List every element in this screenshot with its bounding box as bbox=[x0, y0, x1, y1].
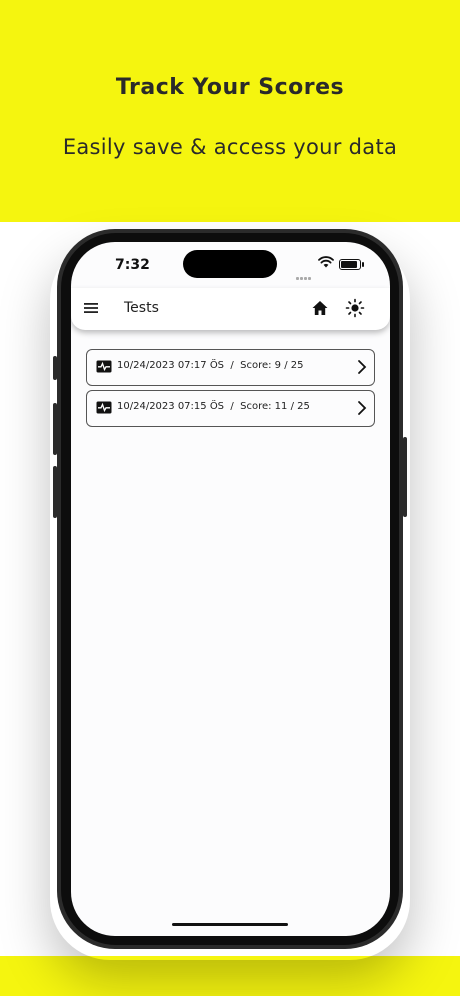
home-icon[interactable] bbox=[311, 300, 329, 316]
chevron-right-icon bbox=[358, 360, 367, 374]
promo-title: Track Your Scores bbox=[115, 75, 345, 100]
monitor-heart-icon bbox=[96, 360, 112, 373]
phone-screen: 7:32 Tests 10/24/2023 07:17 ÖS / Score: … bbox=[71, 242, 390, 936]
status-time: 7:32 bbox=[115, 257, 150, 273]
bottom-banner-strip bbox=[0, 956, 460, 996]
test-date: 10/24/2023 07:17 ÖS bbox=[117, 360, 225, 371]
test-separator: / bbox=[230, 360, 234, 371]
promo-banner: Track Your Scores Easily save & access y… bbox=[0, 0, 460, 222]
brightness-icon[interactable] bbox=[345, 298, 365, 318]
monitor-heart-icon bbox=[96, 401, 112, 414]
test-score: Score: 9 / 25 bbox=[240, 360, 304, 371]
menu-icon[interactable] bbox=[83, 301, 99, 315]
page-title: Tests bbox=[124, 300, 159, 316]
home-indicator[interactable] bbox=[172, 923, 288, 926]
wifi-icon bbox=[318, 256, 334, 268]
battery-icon bbox=[339, 259, 361, 270]
promo-subtitle: Easily save & access your data bbox=[62, 135, 398, 159]
cellular-signal-icon bbox=[296, 265, 314, 280]
app-bar: Tests bbox=[71, 288, 390, 330]
test-separator: / bbox=[230, 401, 234, 412]
test-list-item[interactable]: 10/24/2023 07:17 ÖS / Score: 9 / 25 bbox=[86, 349, 375, 386]
test-score: Score: 11 / 25 bbox=[240, 401, 310, 412]
test-date: 10/24/2023 07:15 ÖS bbox=[117, 401, 225, 412]
chevron-right-icon bbox=[358, 401, 367, 415]
power-button bbox=[403, 437, 407, 517]
test-list-item[interactable]: 10/24/2023 07:15 ÖS / Score: 11 / 25 bbox=[86, 390, 375, 427]
dynamic-island bbox=[183, 250, 277, 278]
